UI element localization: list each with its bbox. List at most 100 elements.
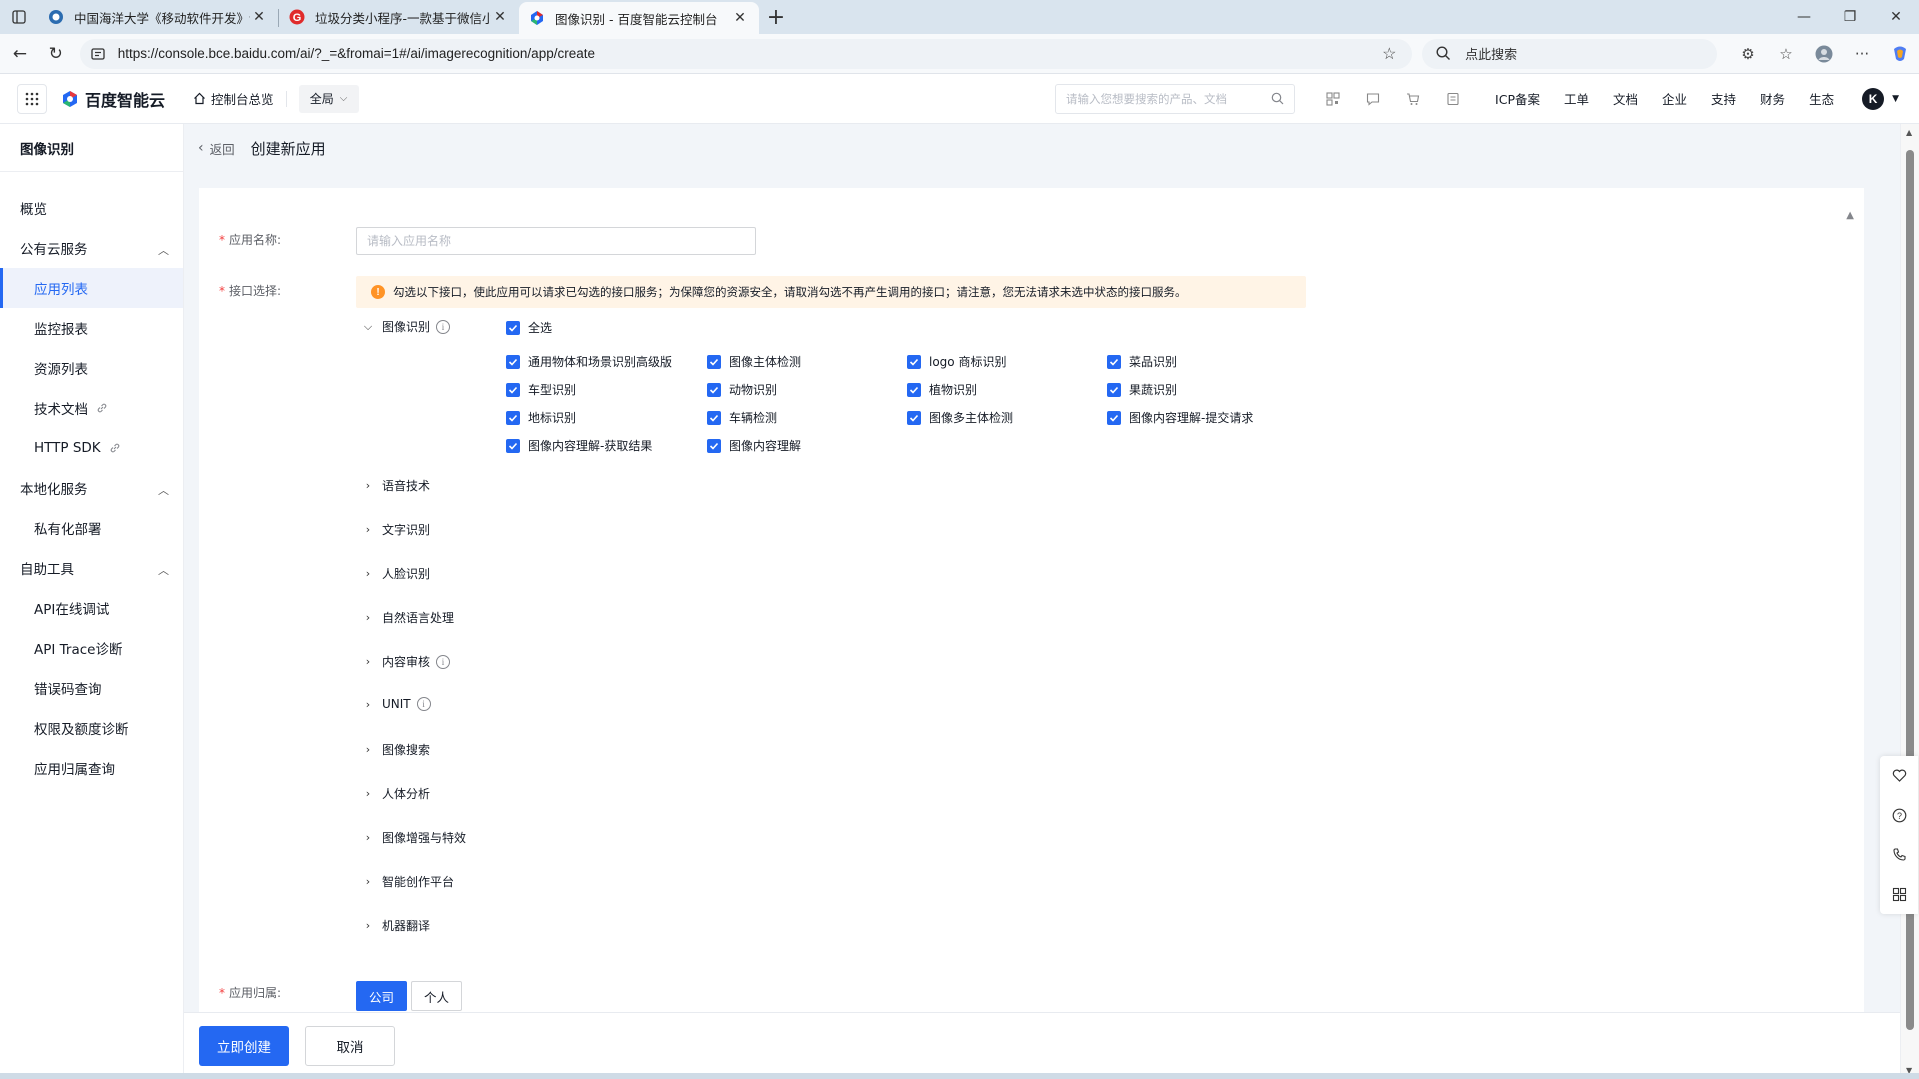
tab-actions-icon[interactable]	[0, 0, 38, 34]
message-icon[interactable]	[1353, 92, 1393, 106]
tab-close-icon[interactable]: ✕	[491, 9, 509, 25]
nav-link-ecosystem[interactable]: 生态	[1797, 89, 1846, 108]
api-checkbox[interactable]: 通用物体和场景识别高级版	[506, 353, 672, 370]
owner-option-company[interactable]: 公司	[356, 981, 408, 1011]
sidebar-group-local-service[interactable]: 本地化服务 ︿	[0, 468, 183, 508]
apps-grid-icon[interactable]	[1880, 875, 1918, 915]
api-checkbox[interactable]: 图像内容理解-提交请求	[1107, 409, 1253, 426]
region-select[interactable]: 全局 ⌵	[298, 84, 359, 113]
api-group-nlp[interactable]: › 自然语言处理	[362, 609, 454, 626]
create-now-button[interactable]: 立即创建	[199, 1026, 289, 1066]
caret-down-icon[interactable]: ▼	[1892, 94, 1899, 104]
help-icon[interactable]: ?	[1880, 796, 1918, 836]
sidebar-item-monitor[interactable]: 监控报表	[0, 308, 183, 348]
select-all-checkbox[interactable]: 全选	[506, 319, 552, 336]
api-group-face[interactable]: › 人脸识别	[362, 565, 430, 582]
new-tab-button[interactable]: +	[759, 0, 793, 34]
api-checkbox[interactable]: 菜品识别	[1107, 353, 1177, 370]
console-search-input[interactable]: 请输入您想要搜索的产品、文档	[1055, 83, 1296, 114]
copilot-icon[interactable]	[1881, 39, 1919, 69]
api-group-content-audit[interactable]: › 内容审核 i	[362, 653, 451, 670]
tab-close-icon[interactable]: ✕	[250, 9, 268, 25]
refresh-icon[interactable]: ↻	[38, 38, 74, 70]
api-group-image-search[interactable]: › 图像搜索	[362, 741, 430, 758]
browser-tab-3[interactable]: 图像识别 - 百度智能云控制台 ✕	[519, 2, 759, 34]
cart-icon[interactable]	[1393, 92, 1433, 106]
brand-logo[interactable]: 百度智能云	[61, 87, 165, 111]
sidebar-item-app-list[interactable]: 应用列表	[0, 268, 183, 308]
close-window-button[interactable]: ✕	[1873, 0, 1919, 34]
sidebar-item-resources[interactable]: 资源列表	[0, 348, 183, 388]
nav-link-enterprise[interactable]: 企业	[1650, 89, 1699, 108]
sidebar-item-quota-diagnosis[interactable]: 权限及额度诊断	[0, 708, 183, 748]
site-info-icon[interactable]	[90, 46, 108, 62]
nav-link-finance[interactable]: 财务	[1748, 89, 1797, 108]
qrcode-icon[interactable]	[1313, 91, 1353, 106]
sidebar-item-http-sdk[interactable]: HTTP SDK	[0, 428, 183, 468]
back-arrow-icon[interactable]: ←	[2, 38, 38, 70]
api-checkbox[interactable]: 图像内容理解	[707, 437, 801, 454]
restore-button[interactable]: ❐	[1827, 0, 1873, 34]
favorite-heart-icon[interactable]	[1880, 756, 1918, 796]
api-group-speech[interactable]: › 语音技术	[362, 477, 430, 494]
search-icon[interactable]	[1271, 92, 1284, 105]
sidebar-item-label: 权限及额度诊断	[34, 722, 129, 738]
nav-link-support[interactable]: 支持	[1699, 89, 1748, 108]
info-icon[interactable]: i	[436, 319, 451, 334]
api-group-unit[interactable]: › UNIT i	[362, 697, 431, 711]
api-checkbox[interactable]: 动物识别	[707, 381, 777, 398]
api-checkbox[interactable]: 图像内容理解-获取结果	[506, 437, 652, 454]
browser-tab-2[interactable]: G 垃圾分类小程序-一款基于微信小 ✕	[279, 2, 519, 32]
api-checkbox[interactable]: 图像多主体检测	[907, 409, 1013, 426]
billing-icon[interactable]	[1433, 92, 1473, 106]
sidebar-item-tech-docs[interactable]: 技术文档	[0, 388, 183, 428]
phone-icon[interactable]	[1880, 835, 1918, 875]
sidebar-item-error-code[interactable]: 错误码查询	[0, 668, 183, 708]
owner-option-personal[interactable]: 个人	[411, 981, 463, 1011]
url-field[interactable]: https://console.bce.baidu.com/ai/?_=&fro…	[79, 38, 1413, 69]
extensions-icon[interactable]: ⚙	[1729, 39, 1767, 69]
api-checkbox[interactable]: 植物识别	[907, 381, 977, 398]
sidebar-item-api-trace[interactable]: API Trace诊断	[0, 628, 183, 668]
app-name-input[interactable]	[356, 227, 756, 255]
api-checkbox[interactable]: 车型识别	[506, 381, 576, 398]
favorite-star-icon[interactable]: ☆	[1382, 44, 1402, 64]
page-scrollbar[interactable]: ▲ ▼	[1900, 124, 1919, 1079]
api-checkbox[interactable]: logo 商标识别	[907, 353, 1006, 370]
nav-link-ticket[interactable]: 工单	[1552, 89, 1601, 108]
scroll-up-icon[interactable]: ▲	[1906, 128, 1912, 137]
console-home-link[interactable]: 控制台总览	[193, 89, 274, 108]
api-group-creation-platform[interactable]: › 智能创作平台	[362, 873, 454, 890]
back-link[interactable]: ‹ 返回	[198, 139, 235, 158]
collapse-up-icon[interactable]: ▲	[1846, 210, 1854, 221]
api-checkbox[interactable]: 车辆检测	[707, 409, 777, 426]
profile-icon[interactable]	[1805, 39, 1843, 69]
api-group-image-recognition[interactable]: ⌵ 图像识别 i	[362, 318, 451, 335]
minimize-button[interactable]: —	[1781, 0, 1827, 34]
nav-link-icp[interactable]: ICP备案	[1483, 89, 1552, 108]
tab-close-icon[interactable]: ✕	[731, 10, 749, 26]
api-group-ocr[interactable]: › 文字识别	[362, 521, 430, 538]
more-icon[interactable]: ···	[1843, 39, 1881, 69]
info-icon[interactable]: i	[436, 654, 451, 669]
info-icon[interactable]: i	[416, 697, 431, 711]
sidebar-group-self-tools[interactable]: 自助工具 ︿	[0, 548, 183, 588]
nav-link-docs[interactable]: 文档	[1601, 89, 1650, 108]
product-menu-icon[interactable]	[17, 83, 47, 114]
cancel-button[interactable]: 取消	[305, 1026, 395, 1066]
favorites-icon[interactable]: ☆	[1767, 39, 1805, 69]
browser-tab-1[interactable]: 中国海洋大学《移动软件开发》课 ✕	[38, 2, 278, 32]
sidebar-item-private-deploy[interactable]: 私有化部署	[0, 508, 183, 548]
avatar[interactable]: K	[1862, 87, 1885, 110]
api-group-image-enhance[interactable]: › 图像增强与特效	[362, 829, 466, 846]
sidebar-group-public-cloud[interactable]: 公有云服务 ︿	[0, 228, 183, 268]
api-checkbox[interactable]: 果蔬识别	[1107, 381, 1177, 398]
browser-search-box[interactable]: 点此搜索	[1422, 38, 1717, 69]
sidebar-item-app-owner-query[interactable]: 应用归属查询	[0, 748, 183, 788]
sidebar-item-overview[interactable]: 概览	[0, 188, 183, 228]
api-checkbox[interactable]: 图像主体检测	[707, 353, 801, 370]
api-group-body-analysis[interactable]: › 人体分析	[362, 785, 430, 802]
api-group-translation[interactable]: › 机器翻译	[362, 917, 430, 934]
sidebar-item-api-debug[interactable]: API在线调试	[0, 588, 183, 628]
api-checkbox[interactable]: 地标识别	[506, 409, 576, 426]
